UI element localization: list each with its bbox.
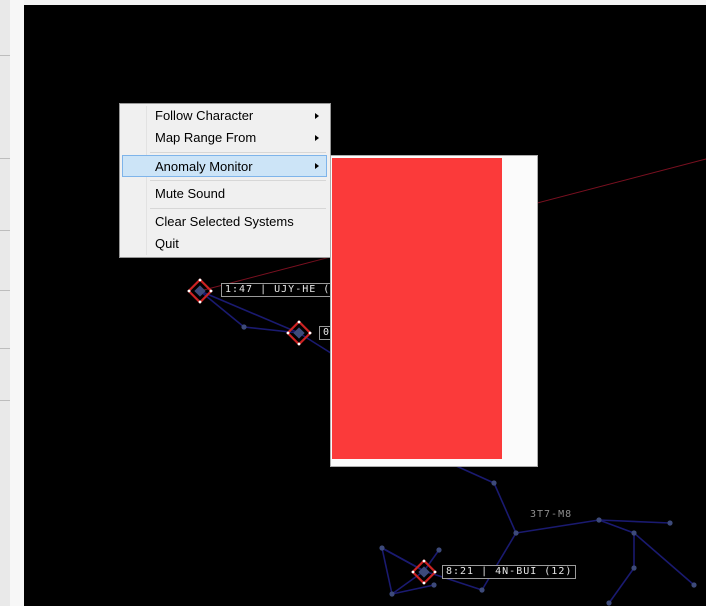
menu-item-follow-character[interactable]: Follow Character [122, 105, 327, 127]
menu-separator [150, 208, 326, 209]
anomaly-monitor-submenu[interactable] [330, 155, 538, 467]
window-left-border [10, 0, 25, 606]
panel-divider [0, 55, 10, 56]
menu-item-label: Clear Selected Systems [155, 214, 294, 229]
menu-item-label: Mute Sound [155, 186, 226, 201]
anomaly-monitor-color-swatch[interactable] [332, 158, 502, 459]
submenu-arrow-icon [315, 113, 319, 119]
submenu-arrow-icon [315, 163, 319, 169]
menu-item-clear-selected-systems[interactable]: Clear Selected Systems [122, 211, 327, 233]
menu-item-label: Follow Character [155, 108, 254, 123]
panel-divider [0, 400, 10, 401]
submenu-arrow-icon [315, 135, 319, 141]
menu-item-label: Quit [155, 236, 179, 251]
panel-divider [0, 158, 10, 159]
selected-system-second[interactable] [286, 320, 312, 346]
menu-item-map-range-from[interactable]: Map Range From [122, 127, 327, 149]
menu-item-label: Map Range From [155, 130, 257, 145]
selected-system-ujy-he[interactable] [187, 278, 213, 304]
system-label-4n-bui[interactable]: 8:21 | 4N-BUI (12) [442, 565, 577, 579]
selected-system-4n-bui[interactable] [411, 559, 437, 585]
menu-separator [150, 152, 326, 153]
route-lines-lower [381, 464, 695, 604]
route-lines-upper [199, 290, 335, 356]
menu-separator [150, 180, 326, 181]
menu-item-anomaly-monitor[interactable]: Anomaly Monitor [122, 155, 327, 177]
system-name-3t7-m8[interactable]: 3T7-M8 [530, 509, 572, 520]
panel-divider [0, 290, 10, 291]
system-label-ujy-he[interactable]: 1:47 | UJY-HE (3 [221, 283, 342, 297]
panel-divider [0, 348, 10, 349]
menu-item-label: Anomaly Monitor [155, 159, 253, 174]
menu-item-quit[interactable]: Quit [122, 233, 327, 255]
context-menu: Follow Character Map Range From Anomaly … [119, 103, 331, 258]
menu-item-mute-sound[interactable]: Mute Sound [122, 183, 327, 205]
panel-divider [0, 230, 10, 231]
